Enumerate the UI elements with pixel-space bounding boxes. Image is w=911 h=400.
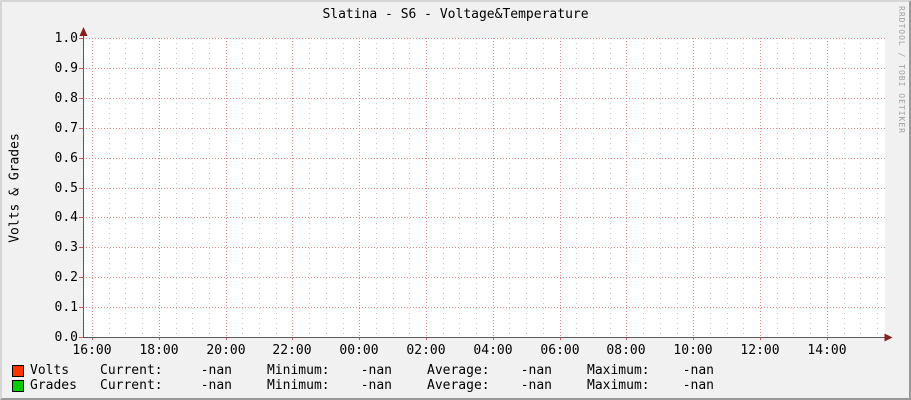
x-tick-label: 04:00 (473, 343, 512, 358)
legend-series-name: Grades (30, 378, 77, 393)
stat-value: -nan (360, 363, 392, 378)
stat-label: Current: (100, 378, 163, 393)
x-tick-label: 22:00 (272, 343, 311, 358)
x-tick-label: 14:00 (807, 343, 846, 358)
stat-value: -nan (682, 378, 714, 393)
chart-canvas (83, 38, 885, 337)
y-tick-label: 0.1 (55, 300, 78, 315)
y-tick-label: 0.7 (55, 121, 78, 136)
stat-label: Minimum: (267, 363, 330, 378)
x-tick-label: 00:00 (339, 343, 378, 358)
y-tick-label: 0.5 (55, 181, 78, 196)
stat-label: Current: (100, 363, 163, 378)
y-tick-label: 0.6 (55, 151, 78, 166)
stat-value: -nan (200, 363, 232, 378)
y-tick-label: 0.4 (55, 210, 79, 225)
stat-value: -nan (520, 378, 552, 393)
x-tick-label: 16:00 (72, 343, 111, 358)
x-tick-label: 12:00 (740, 343, 779, 358)
y-tick-labels: 0.00.10.20.30.40.50.60.70.80.91.0 (55, 31, 79, 345)
x-tick-label: 06:00 (540, 343, 579, 358)
x-tick-label: 10:00 (673, 343, 712, 358)
x-tick-label: 02:00 (406, 343, 445, 358)
stat-label: Maximum: (587, 363, 650, 378)
rrdtool-graph: Slatina - S6 - Voltage&Temperature RRDTO… (0, 0, 911, 400)
y-tick-label: 0.8 (55, 91, 78, 106)
plot-area: 0.00.10.20.30.40.50.60.70.80.91.016:00 18… (55, 27, 893, 358)
y-tick-label: 0.9 (55, 61, 78, 76)
y-tick-label: 0.2 (55, 270, 78, 285)
legend-swatch-grades (12, 380, 24, 392)
y-axis-arrow-icon (79, 27, 88, 36)
stat-label: Minimum: (267, 378, 330, 393)
x-tick-label: 20:00 (206, 343, 245, 358)
y-tick-label: 0.3 (55, 240, 78, 255)
x-tick-label: 08:00 (606, 343, 645, 358)
legend-row-grades: Grades Current: -nan Minimum: -nan Avera… (2, 378, 909, 393)
legend-row-volts: Volts Current: -nan Minimum: -nan Averag… (2, 363, 909, 378)
y-tick-label: 1.0 (55, 31, 78, 46)
legend-swatch-volts (12, 365, 24, 377)
stat-label: Average: (427, 363, 490, 378)
stat-value: -nan (200, 378, 232, 393)
stat-label: Average: (427, 378, 490, 393)
stat-value: -nan (682, 363, 714, 378)
legend-series-name: Volts (30, 363, 70, 378)
stat-value: -nan (520, 363, 552, 378)
stat-label: Maximum: (587, 378, 650, 393)
x-tick-label: 18:00 (139, 343, 178, 358)
x-axis-arrow-icon (884, 333, 893, 342)
x-tick-labels: 16:00 18:00 20:00 22:00 00:00 02:00 04:00 06:00… (72, 343, 846, 358)
stat-value: -nan (360, 378, 392, 393)
